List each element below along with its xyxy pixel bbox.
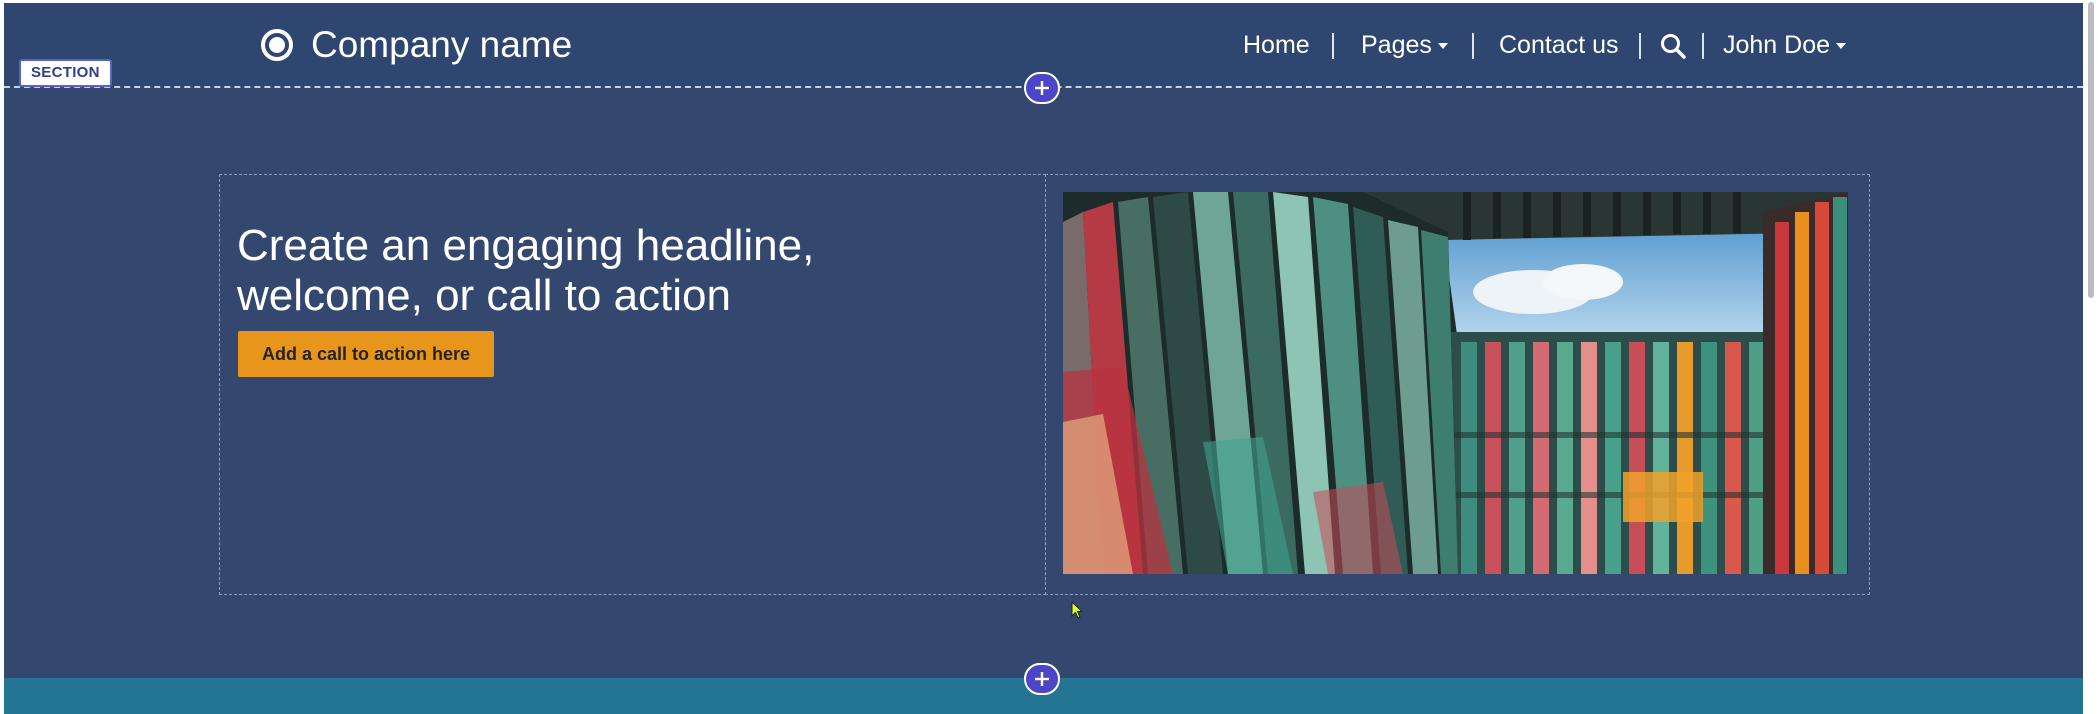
cursor-icon xyxy=(1071,601,1084,619)
logo-icon xyxy=(261,29,293,61)
scrollbar-thumb[interactable] xyxy=(2088,2,2094,298)
company-name[interactable]: Company name xyxy=(311,23,572,67)
user-menu[interactable]: John Doe xyxy=(1723,23,1847,67)
nav-home[interactable]: Home xyxy=(1243,23,1310,67)
nav-divider xyxy=(1332,33,1334,59)
chevron-down-icon xyxy=(1437,43,1448,50)
nav-pages-label: Pages xyxy=(1361,31,1432,59)
nav-divider xyxy=(1702,33,1704,59)
hero-image[interactable] xyxy=(1063,192,1848,574)
nav-divider xyxy=(1472,33,1474,59)
section-badge[interactable]: SECTION xyxy=(19,59,112,87)
hero-headline[interactable]: Create an engaging headline, welcome, or… xyxy=(237,221,857,321)
page-frame: Company name Home Pages Contact us John … xyxy=(4,3,2083,714)
chevron-down-icon xyxy=(1836,43,1847,50)
nav-pages[interactable]: Pages xyxy=(1361,23,1448,67)
add-section-button[interactable] xyxy=(1024,72,1060,104)
main-nav: Home Pages Contact us John Doe xyxy=(1240,23,1860,67)
plus-icon xyxy=(1035,672,1049,686)
nav-contact-us[interactable]: Contact us xyxy=(1499,23,1619,67)
plus-icon xyxy=(1035,81,1049,95)
user-name: John Doe xyxy=(1723,31,1831,59)
nav-divider xyxy=(1639,33,1641,59)
add-section-button[interactable] xyxy=(1024,663,1060,695)
call-to-action-button[interactable]: Add a call to action here xyxy=(238,331,494,377)
search-icon[interactable] xyxy=(1660,33,1686,59)
